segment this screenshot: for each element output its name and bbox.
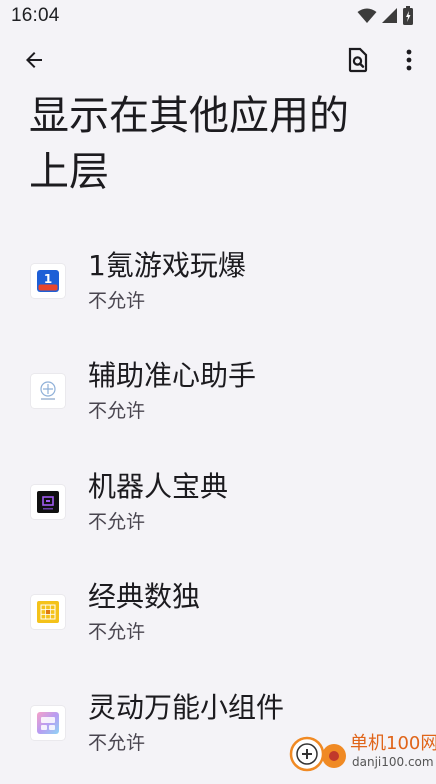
app-permission-status: 不允许 <box>88 621 146 643</box>
toolbar <box>0 38 436 90</box>
watermark-subtext: danji100.com <box>352 755 434 769</box>
app-name: 辅助准心助手 <box>88 359 257 392</box>
wifi-icon <box>357 8 377 28</box>
more-vert-icon <box>405 48 413 76</box>
status-time: 16:04 <box>11 5 60 26</box>
app-name: 1氪游戏玩爆 <box>88 249 246 282</box>
signal-icon <box>381 7 398 28</box>
app-widget-icon <box>31 706 65 740</box>
status-icons <box>357 6 414 29</box>
list-item-app-2[interactable]: 辅助准心助手 不允许 <box>0 342 436 452</box>
app-permission-status: 不允许 <box>88 290 146 312</box>
app-name: 灵动万能小组件 <box>88 691 285 724</box>
list-item-app-3[interactable]: 机器人宝典 不允许 <box>0 453 436 563</box>
status-bar: 16:04 <box>0 0 436 32</box>
back-button[interactable] <box>12 40 56 84</box>
app-crosshair-icon <box>31 374 65 408</box>
watermark-text: 单机100网 <box>350 733 436 754</box>
app-name: 机器人宝典 <box>88 470 229 503</box>
battery-icon <box>402 6 414 29</box>
app-permission-status: 不允许 <box>88 732 146 754</box>
app-robot-icon <box>31 485 65 519</box>
app-1ke-icon: 1 <box>31 264 65 298</box>
page-title-line-2: 上层 <box>29 149 109 195</box>
watermark-logo-icon <box>288 732 350 774</box>
search-settings-icon <box>346 47 370 77</box>
search-settings-button[interactable] <box>336 40 380 84</box>
page-title-line-1: 显示在其他应用的 <box>29 93 349 139</box>
watermark: 单机100网 danji100.com <box>284 730 436 775</box>
list-item-app-1[interactable]: 1 1氪游戏玩爆 不允许 <box>0 232 436 342</box>
more-options-button[interactable] <box>387 40 431 84</box>
page-title: 显示在其他应用的 上层 <box>29 88 399 200</box>
app-permission-status: 不允许 <box>88 511 146 533</box>
arrow-back-icon <box>22 48 46 76</box>
list-item-app-4[interactable]: 经典数独 不允许 <box>0 563 436 673</box>
app-permission-status: 不允许 <box>88 400 146 422</box>
app-name: 经典数独 <box>88 580 201 613</box>
svg-text:1: 1 <box>44 272 52 286</box>
app-sudoku-icon <box>31 595 65 629</box>
